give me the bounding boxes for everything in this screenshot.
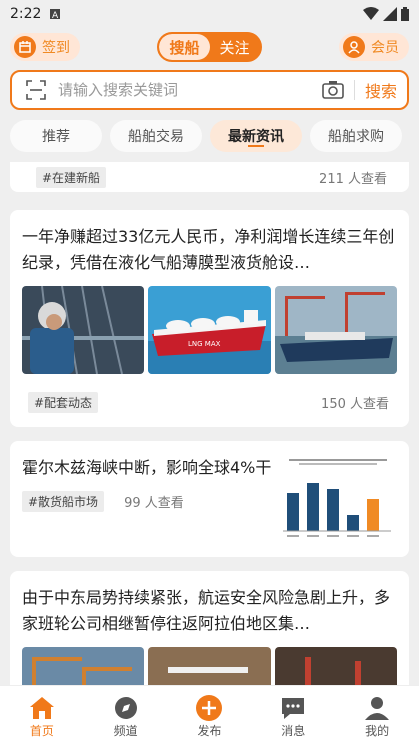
- list-item[interactable]: 霍尔木兹海峡中断，影响全球4%干 #散货船市场 99 人查看: [10, 441, 409, 557]
- sim-card-icon: A: [50, 9, 61, 20]
- view-count: 211 人查看: [319, 171, 387, 187]
- nav-home[interactable]: 首页: [12, 694, 72, 739]
- top-bar: 签到 搜船 关注 会员: [0, 28, 419, 66]
- signal-icon: [383, 7, 397, 21]
- news-tag[interactable]: #散货船市场: [22, 491, 105, 512]
- mode-switch: 搜船 关注: [157, 32, 262, 62]
- news-image-shipyard[interactable]: [274, 286, 397, 374]
- search-button[interactable]: 搜索: [365, 78, 397, 102]
- view-count: 99 人查看: [124, 496, 184, 511]
- category-tabs: 推荐 船舶交易 最新资讯 船舶求购: [0, 110, 419, 152]
- news-image-port-cranes[interactable]: [22, 647, 145, 686]
- scan-icon[interactable]: [26, 80, 46, 100]
- nav-publish-label: 发布: [197, 723, 222, 738]
- list-item[interactable]: #在建新船 211 人查看: [10, 162, 409, 192]
- battery-icon: [401, 7, 409, 21]
- tab-latest-news[interactable]: 最新资讯: [210, 120, 302, 152]
- news-tag[interactable]: #配套动态: [28, 392, 99, 413]
- camera-icon[interactable]: [322, 80, 344, 100]
- plus-icon: [195, 694, 223, 722]
- wifi-icon: [363, 7, 379, 20]
- tab-ship-trading[interactable]: 船舶交易: [110, 120, 202, 152]
- list-item[interactable]: 由于中东局势持续紧张，航运安全风险急剧上升，多家班轮公司相继暂停往返阿拉伯地区集…: [10, 571, 409, 686]
- user-icon: [343, 36, 365, 58]
- nav-messages-label: 消息: [281, 723, 306, 738]
- news-title[interactable]: 一年净赚超过33亿元人民币，净利润增长连续三年创纪录，凭借在液化气船薄膜型液货舱…: [10, 210, 409, 276]
- nav-mine[interactable]: 我的: [347, 694, 407, 739]
- view-count: 150 人查看: [321, 397, 389, 412]
- news-images: [10, 637, 409, 686]
- nav-messages[interactable]: 消息: [263, 694, 323, 739]
- search-bar: 搜索: [10, 70, 409, 110]
- home-icon: [29, 694, 55, 722]
- tab-follow[interactable]: 关注: [210, 34, 260, 60]
- nav-publish[interactable]: 发布: [179, 694, 239, 739]
- search-divider: [353, 80, 355, 100]
- nav-channel[interactable]: 频道: [96, 694, 156, 739]
- message-icon: [280, 694, 306, 722]
- status-time: 2:22: [10, 6, 42, 22]
- signin-button[interactable]: 签到: [10, 33, 80, 61]
- news-images: LNG MAX: [10, 276, 409, 374]
- list-item[interactable]: 一年净赚超过33亿元人民币，净利润增长连续三年创纪录，凭借在液化气船薄膜型液货舱…: [10, 210, 409, 427]
- ship-hull-text: LNG MAX: [188, 340, 221, 348]
- tab-search-ships[interactable]: 搜船: [159, 34, 210, 60]
- svg-text:A: A: [52, 11, 59, 20]
- news-image-lng-ship[interactable]: LNG MAX: [148, 286, 271, 374]
- member-button[interactable]: 会员: [339, 33, 409, 61]
- calendar-icon: [14, 36, 36, 58]
- news-feed[interactable]: #在建新船 211 人查看 一年净赚超过33亿元人民币，净利润增长连续三年创纪录…: [0, 162, 419, 686]
- news-title[interactable]: 由于中东局势持续紧张，航运安全风险急剧上升，多家班轮公司相继暂停往返阿拉伯地区集…: [10, 571, 409, 637]
- news-image-chart[interactable]: [279, 455, 397, 545]
- tab-ship-wanted[interactable]: 船舶求购: [310, 120, 402, 152]
- nav-channel-label: 频道: [113, 723, 138, 738]
- nav-mine-label: 我的: [365, 723, 390, 738]
- compass-icon: [114, 694, 138, 722]
- news-image-worker[interactable]: [22, 286, 145, 374]
- member-label: 会员: [371, 40, 399, 56]
- news-tag[interactable]: #在建新船: [36, 166, 107, 188]
- bottom-nav: 首页 频道 发布 消息 我的: [0, 685, 419, 746]
- tab-recommend[interactable]: 推荐: [10, 120, 102, 152]
- status-bar: 2:22 A: [0, 0, 419, 28]
- news-image-bulk-port[interactable]: [148, 647, 271, 686]
- news-image-industrial[interactable]: [274, 647, 397, 686]
- signin-label: 签到: [42, 40, 70, 56]
- user-icon: [364, 694, 390, 722]
- search-input[interactable]: [56, 80, 312, 100]
- nav-home-label: 首页: [29, 723, 54, 738]
- news-title[interactable]: 霍尔木兹海峡中断，影响全球4%干: [22, 455, 279, 481]
